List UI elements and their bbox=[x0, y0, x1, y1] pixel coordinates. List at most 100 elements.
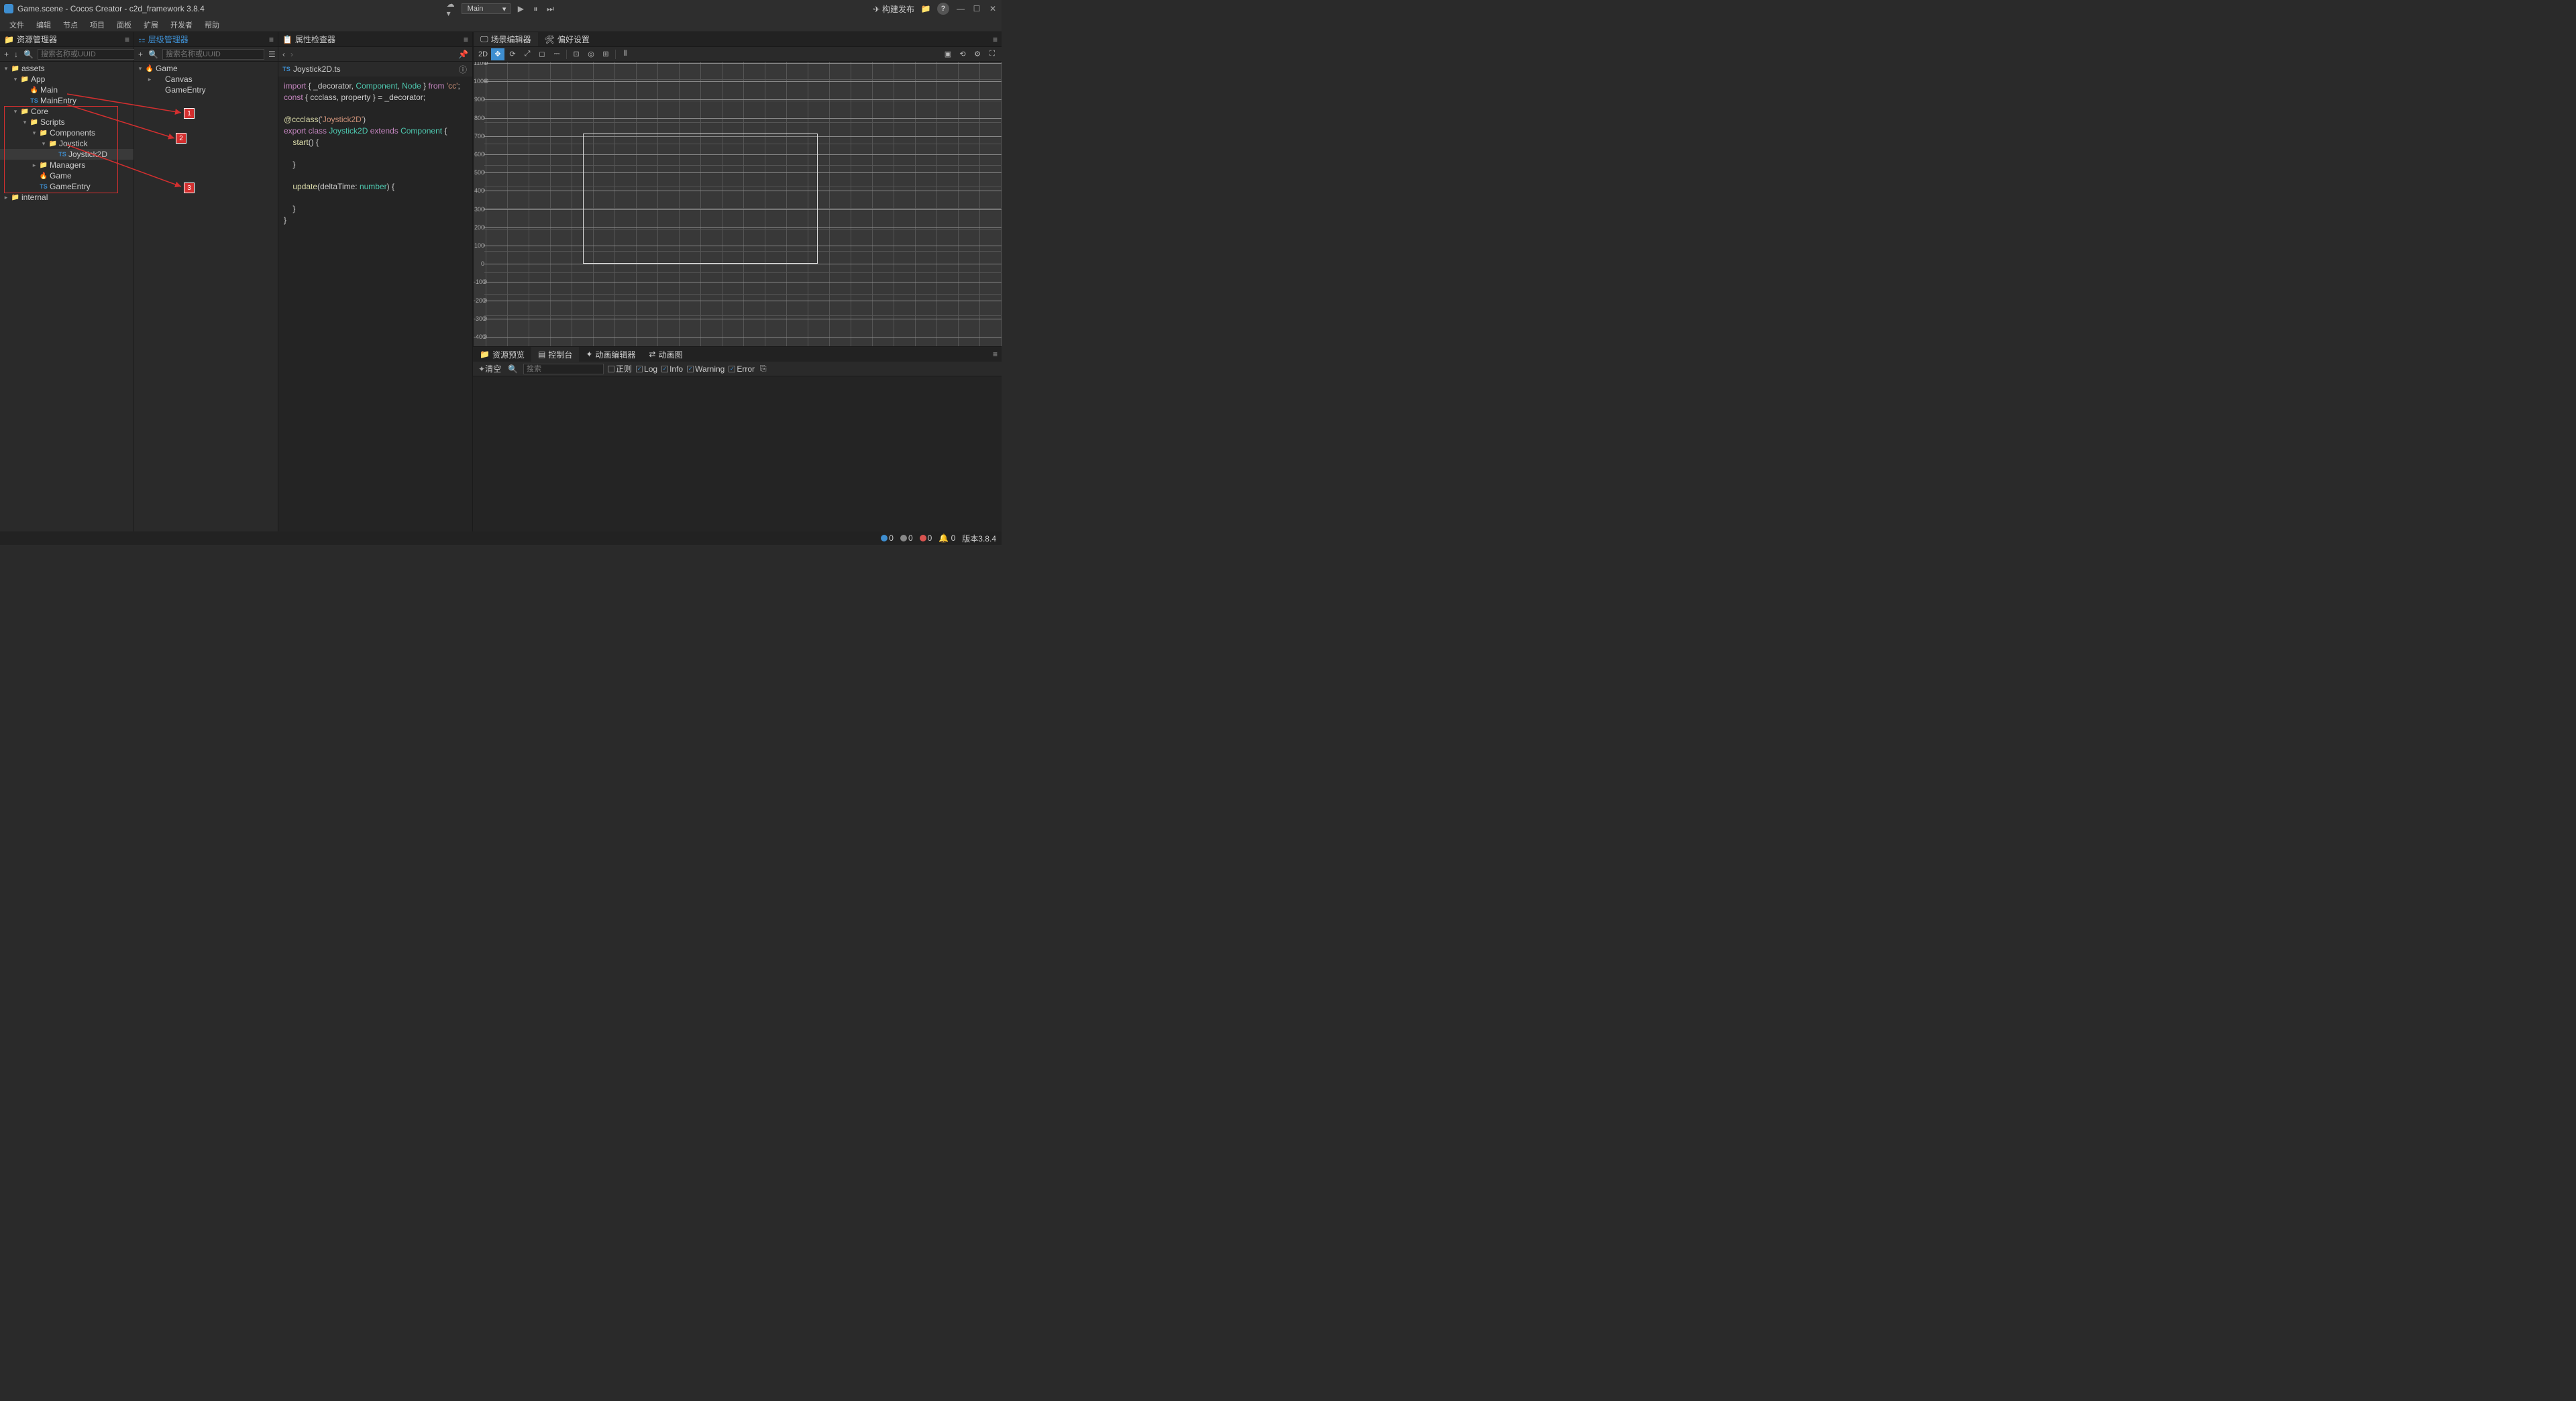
tree-item[interactable]: ▾📁Joystick bbox=[0, 138, 133, 149]
window-minimize-icon[interactable]: — bbox=[956, 4, 965, 13]
titlebar: Game.scene - Cocos Creator - c2d_framewo… bbox=[0, 0, 1002, 17]
list-icon[interactable]: ☰ bbox=[267, 50, 277, 59]
menu-node[interactable]: 节点 bbox=[58, 18, 83, 32]
tab-scene-editor[interactable]: 🖵场景编辑器 bbox=[474, 32, 538, 46]
code-view[interactable]: import { _decorator, Component, Node } f… bbox=[278, 76, 472, 531]
tree-item[interactable]: ▸📁internal bbox=[0, 192, 133, 203]
tree-item[interactable]: TSGameEntry bbox=[0, 181, 133, 192]
cloud-icon[interactable]: ☁ ▾ bbox=[447, 4, 456, 13]
snap-icon[interactable]: ⊞ bbox=[599, 48, 612, 60]
gizmo1-icon[interactable]: ▣ bbox=[941, 48, 955, 60]
log-checkbox[interactable]: ✓Log bbox=[636, 364, 657, 374]
inspector-panel-title: 属性检查器 bbox=[295, 34, 335, 45]
panel-menu-icon[interactable]: ≡ bbox=[125, 35, 129, 44]
window-close-icon[interactable]: ✕ bbox=[988, 4, 998, 13]
align-icon[interactable]: ⦀ bbox=[619, 48, 632, 60]
help-icon[interactable]: ? bbox=[937, 3, 949, 15]
step-button[interactable]: ⏭ bbox=[545, 4, 555, 13]
tree-item[interactable]: ▾📁Scripts bbox=[0, 117, 133, 127]
status-error-count[interactable]: 0 bbox=[920, 533, 932, 543]
fullscreen-icon[interactable]: ⛶ bbox=[985, 48, 999, 60]
tree-item[interactable]: ▾📁Core bbox=[0, 106, 133, 117]
console-search-input[interactable] bbox=[523, 364, 604, 374]
build-publish-button[interactable]: ✈ 构建发布 bbox=[873, 3, 914, 15]
clear-label: 清空 bbox=[485, 364, 501, 374]
tree-item[interactable]: ▾📁App bbox=[0, 74, 133, 85]
sort-icon[interactable]: ↓ bbox=[13, 50, 19, 59]
pause-button[interactable]: ⏸ bbox=[531, 4, 540, 13]
move-tool-icon[interactable]: ✥ bbox=[491, 48, 504, 60]
menu-edit[interactable]: 编辑 bbox=[31, 18, 56, 32]
tree-item[interactable]: 🔥Game bbox=[0, 170, 133, 181]
tab-label: 资源预览 bbox=[492, 349, 525, 360]
tab-preferences[interactable]: 🛠偏好设置 bbox=[538, 32, 596, 46]
assets-tree[interactable]: ▾📁assets▾📁App🔥MainTSMainEntry▾📁Core▾📁Scr… bbox=[0, 62, 133, 531]
add-node-icon[interactable]: + bbox=[137, 50, 144, 59]
chk-label: Warning bbox=[695, 364, 724, 374]
pin-icon[interactable]: 📌 bbox=[457, 50, 470, 59]
info-checkbox[interactable]: ✓Info bbox=[661, 364, 683, 374]
menu-file[interactable]: 文件 bbox=[4, 18, 30, 32]
menu-developer[interactable]: 开发者 bbox=[165, 18, 198, 32]
folder-icon: 📁 bbox=[480, 350, 490, 359]
open-project-icon[interactable]: 📁 bbox=[921, 4, 930, 13]
play-button[interactable]: ▶ bbox=[516, 4, 525, 13]
view-2d-button[interactable]: 2D bbox=[476, 48, 490, 60]
rect-tool-icon[interactable]: ◻ bbox=[535, 48, 549, 60]
tree-item[interactable]: 🔥Main bbox=[0, 85, 133, 95]
scene-canvas-rect[interactable] bbox=[583, 134, 818, 264]
local-world-icon[interactable]: ◎ bbox=[584, 48, 598, 60]
hierarchy-panel-title: 层级管理器 bbox=[148, 34, 189, 45]
tab-console[interactable]: ▤控制台 bbox=[531, 347, 579, 362]
graph-icon: ⇄ bbox=[649, 350, 655, 359]
regex-checkbox[interactable]: 正则 bbox=[608, 363, 632, 374]
clear-console-button[interactable]: ✦清空 bbox=[477, 363, 502, 374]
window-title: Game.scene - Cocos Creator - c2d_framewo… bbox=[17, 4, 205, 13]
tree-item[interactable]: GameEntry bbox=[134, 85, 278, 95]
tab-animation-graph[interactable]: ⇄动画图 bbox=[642, 347, 689, 362]
tree-item[interactable]: ▾📁assets bbox=[0, 63, 133, 74]
tree-item[interactable]: ▾🔥Game bbox=[134, 63, 278, 74]
menu-project[interactable]: 项目 bbox=[85, 18, 110, 32]
hierarchy-search-input[interactable] bbox=[162, 49, 264, 60]
status-info-count[interactable]: 0 bbox=[881, 533, 894, 543]
tab-animation-editor[interactable]: ✦动画编辑器 bbox=[579, 347, 642, 362]
nav-back-icon[interactable]: ‹ bbox=[281, 50, 286, 59]
assets-search-input[interactable] bbox=[38, 49, 140, 60]
tree-item[interactable]: ▾📁Components bbox=[0, 127, 133, 138]
hierarchy-panel: ⚏层级管理器 ≡ + 🔍 ☰ ▾🔥Game▸CanvasGameEntry 1 … bbox=[134, 32, 278, 531]
error-checkbox[interactable]: ✓Error bbox=[729, 364, 755, 374]
scale-tool-icon[interactable]: ⤢ bbox=[521, 48, 534, 60]
warning-checkbox[interactable]: ✓Warning bbox=[687, 364, 724, 374]
tree-item[interactable]: ▸📁Managers bbox=[0, 160, 133, 170]
tree-item[interactable]: ▸Canvas bbox=[134, 74, 278, 85]
menu-extension[interactable]: 扩展 bbox=[138, 18, 164, 32]
anchor-tool-icon[interactable]: ⎓ bbox=[550, 48, 564, 60]
gear-icon[interactable]: ⚙ bbox=[971, 48, 984, 60]
console-output[interactable] bbox=[473, 376, 1002, 531]
menu-help[interactable]: 帮助 bbox=[199, 18, 225, 32]
tree-item[interactable]: TSJoystick2D bbox=[0, 149, 133, 160]
scene-view[interactable]: 110010009008007006005004003002001000-100… bbox=[474, 62, 1002, 346]
tab-asset-preview[interactable]: 📁资源预览 bbox=[473, 347, 531, 362]
scene-select[interactable]: Main bbox=[462, 3, 511, 14]
pivot-toggle-icon[interactable]: ⊡ bbox=[570, 48, 583, 60]
tree-item[interactable]: TSMainEntry bbox=[0, 95, 133, 106]
gizmo2-icon[interactable]: ⟲ bbox=[956, 48, 969, 60]
rotate-tool-icon[interactable]: ⟳ bbox=[506, 48, 519, 60]
build-publish-label: 构建发布 bbox=[882, 5, 914, 14]
nav-forward-icon[interactable]: › bbox=[289, 50, 294, 59]
panel-menu-icon[interactable]: ≡ bbox=[464, 35, 468, 44]
copy-icon[interactable]: ⎘ bbox=[759, 364, 768, 374]
info-icon[interactable]: ⓘ bbox=[458, 64, 468, 75]
add-asset-icon[interactable]: + bbox=[3, 50, 10, 59]
hierarchy-tree[interactable]: ▾🔥Game▸CanvasGameEntry bbox=[134, 62, 278, 531]
window-maximize-icon[interactable]: ☐ bbox=[972, 4, 981, 13]
panel-menu-icon[interactable]: ≡ bbox=[989, 35, 1002, 44]
status-notifications[interactable]: 🔔 0 bbox=[938, 533, 955, 543]
panel-menu-icon[interactable]: ≡ bbox=[989, 350, 1002, 359]
menu-panel[interactable]: 面板 bbox=[111, 18, 137, 32]
panel-menu-icon[interactable]: ≡ bbox=[269, 35, 274, 44]
scene-icon: 🖵 bbox=[480, 34, 488, 44]
status-success-count[interactable]: 0 bbox=[900, 533, 913, 543]
